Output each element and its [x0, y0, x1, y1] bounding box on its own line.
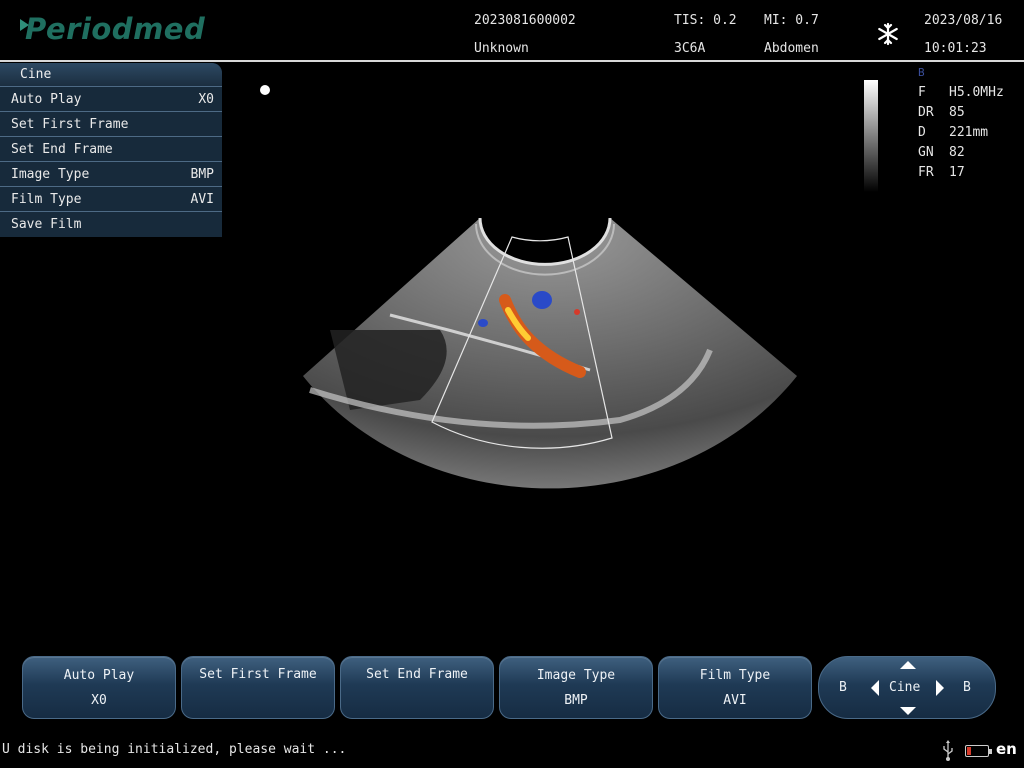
nav-right-label: B [963, 680, 971, 695]
exam-date: 2023/08/16 [924, 13, 1003, 28]
menu-item-label: Set First Frame [11, 116, 129, 132]
cine-menu-title: Cine [0, 63, 222, 87]
language-indicator[interactable]: en [996, 740, 1017, 758]
softkey-image-type[interactable]: Image Type BMP [499, 656, 653, 719]
softkey-set-first-frame[interactable]: Set First Frame [181, 656, 335, 719]
softkey-label: Set First Frame [199, 667, 317, 682]
probe-name: 3C6A [674, 41, 706, 56]
param-value: 85 [949, 104, 965, 120]
menu-item-save-film[interactable]: Save Film [0, 212, 222, 237]
menu-item-label: Film Type [11, 191, 82, 207]
menu-item-value: BMP [190, 166, 214, 182]
softkey-value: X0 [91, 692, 107, 708]
param-key: FR [918, 164, 934, 180]
softkey-label: Set End Frame [366, 667, 468, 682]
param-value: H5.0MHz [949, 84, 1004, 100]
battery-level [967, 747, 971, 755]
softkey-label: Image Type [536, 667, 616, 683]
menu-item-label: Auto Play [11, 91, 82, 107]
menu-item-value: AVI [190, 191, 214, 207]
snowflake-icon [878, 22, 898, 46]
softkey-value: AVI [723, 692, 747, 708]
up-arrow-icon[interactable] [900, 661, 916, 669]
menu-item-set-end-frame[interactable]: Set End Frame [0, 137, 222, 162]
param-value: 17 [949, 164, 965, 180]
patient-name: Unknown [474, 41, 529, 56]
softkey-label: Auto Play [63, 667, 135, 683]
battery-icon [965, 745, 992, 757]
patient-id: 2023081600002 [474, 13, 576, 28]
menu-item-label: Set End Frame [11, 141, 113, 157]
cine-menu: Cine Auto Play X0 Set First Frame Set En… [0, 63, 222, 237]
param-key: D [918, 124, 926, 140]
param-value: 82 [949, 144, 965, 160]
softkey-value: BMP [564, 692, 588, 708]
mode-label: B [918, 66, 925, 79]
menu-item-film-type[interactable]: Film Type AVI [0, 187, 222, 212]
menu-item-set-first-frame[interactable]: Set First Frame [0, 112, 222, 137]
menu-item-image-type[interactable]: Image Type BMP [0, 162, 222, 187]
nav-center-label: Cine [889, 680, 921, 695]
logo-text: Periodmed [25, 12, 206, 46]
param-row: GN 82 [918, 142, 1004, 162]
exam-preset: Abdomen [764, 41, 819, 56]
param-value: 221mm [949, 124, 989, 140]
param-row: D 221mm [918, 122, 1004, 142]
nav-left-label: B [839, 680, 847, 695]
param-key: F [918, 84, 926, 100]
param-key: DR [918, 104, 934, 120]
softkey-set-end-frame[interactable]: Set End Frame [340, 656, 494, 719]
down-arrow-icon[interactable] [900, 707, 916, 715]
menu-item-label: Image Type [11, 166, 90, 182]
param-key: GN [918, 144, 934, 160]
softkey-auto-play[interactable]: Auto Play X0 [22, 656, 176, 719]
left-arrow-icon[interactable] [871, 680, 879, 696]
imaging-parameters: B F H5.0MHz DR 85 D 221mm GN 82 FR 17 [918, 66, 1004, 182]
ultrasound-image[interactable] [290, 200, 810, 510]
softkey-bar: Auto Play X0 Set First Frame Set End Fra… [22, 656, 1002, 720]
menu-item-value: X0 [198, 91, 214, 107]
tis-value: TIS: 0.2 [674, 13, 737, 28]
menu-item-auto-play[interactable]: Auto Play X0 [0, 87, 222, 112]
grayscale-bar [864, 80, 878, 192]
menu-item-label: Save Film [11, 217, 82, 232]
status-message: U disk is being initialized, please wait… [2, 742, 347, 757]
softkey-label: Film Type [699, 667, 771, 683]
softkey-film-type[interactable]: Film Type AVI [658, 656, 812, 719]
param-row: FR 17 [918, 162, 1004, 182]
cursor-marker [260, 85, 270, 95]
exam-time: 10:01:23 [924, 41, 987, 56]
right-arrow-icon[interactable] [936, 680, 944, 696]
usb-icon [943, 740, 953, 761]
brand-logo: Periodmed [20, 12, 205, 46]
mi-value: MI: 0.7 [764, 13, 819, 28]
top-header: Periodmed 2023081600002 Unknown TIS: 0.2… [0, 0, 1024, 62]
cine-navigator[interactable]: B Cine B [818, 656, 996, 719]
param-row: DR 85 [918, 102, 1004, 122]
param-row: F H5.0MHz [918, 82, 1004, 102]
